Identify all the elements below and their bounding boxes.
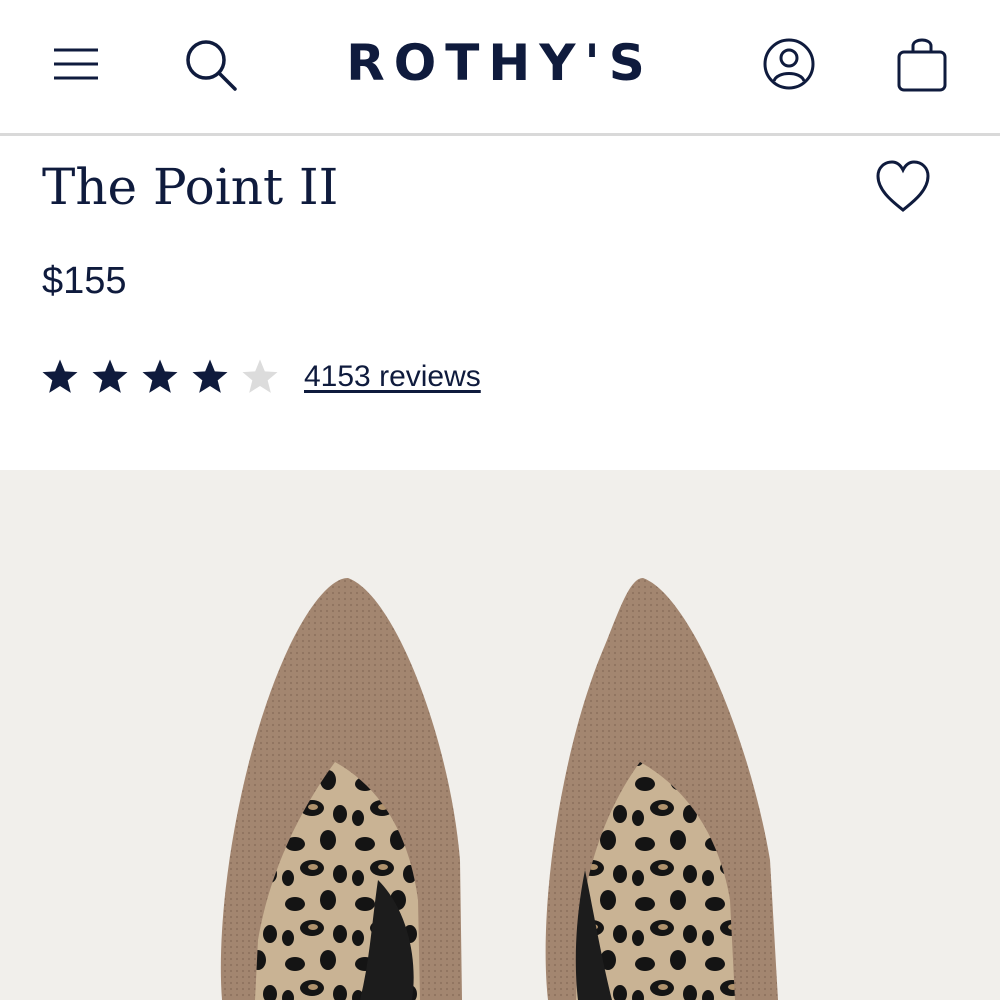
hamburger-menu-icon [54, 48, 98, 80]
site-header: ROTHY'S [0, 0, 1000, 136]
pointed-toe-flats-image [220, 578, 778, 1000]
reviews-link[interactable]: 4153 reviews [304, 360, 481, 394]
wishlist-button[interactable] [872, 158, 934, 216]
star-icon [42, 359, 78, 393]
account-button[interactable] [757, 32, 821, 96]
shopping-bag-icon [897, 38, 947, 92]
product-price: $155 [42, 260, 127, 302]
product-title: The Point II [42, 158, 339, 216]
rating: 4153 reviews [40, 352, 481, 402]
search-button[interactable] [178, 32, 242, 96]
logo-text[interactable]: ROTHY'S [346, 34, 653, 92]
star-icon [192, 359, 228, 393]
star-icon [92, 359, 128, 393]
menu-button[interactable] [44, 32, 108, 96]
product-image-gallery[interactable] [0, 470, 1000, 1000]
star-icon [242, 359, 278, 393]
search-icon [186, 40, 237, 91]
star-icon [142, 359, 178, 393]
brand-logo: ROTHY'S [0, 34, 1000, 92]
cart-button[interactable] [890, 32, 954, 96]
heart-icon [876, 160, 930, 212]
account-icon [763, 38, 815, 90]
